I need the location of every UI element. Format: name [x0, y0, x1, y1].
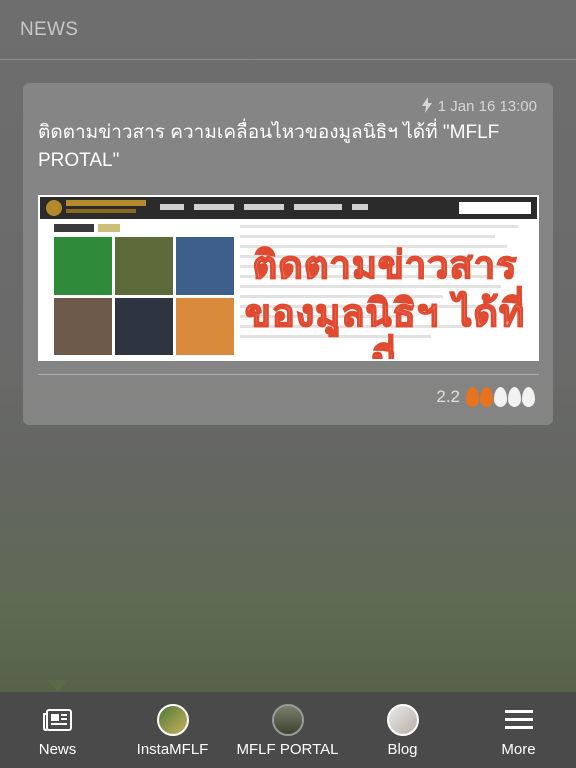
- tab-instamflf[interactable]: InstaMFLF: [115, 692, 230, 768]
- portal-screenshot-navbar: [40, 197, 537, 219]
- page-title: NEWS: [20, 19, 79, 40]
- tab-blog[interactable]: Blog: [345, 692, 460, 768]
- post-meta: 1 Jan 16 13:00: [421, 97, 537, 116]
- active-tab-indicator: [47, 680, 69, 692]
- tab-instamflf-label: InstaMFLF: [136, 741, 209, 758]
- post-timestamp: 1 Jan 16 13:00: [437, 98, 537, 115]
- hamburger-menu-icon: [504, 703, 533, 737]
- card-divider: [38, 374, 539, 375]
- tab-more[interactable]: More: [461, 692, 576, 768]
- tab-news[interactable]: News: [0, 692, 115, 768]
- portal-avatar-icon: [271, 704, 304, 736]
- post-title[interactable]: ติดตามข่าวสาร ความเคลื่อนไหวของมูลนิธิฯ …: [38, 119, 538, 175]
- flame-empty-icon: [522, 387, 535, 407]
- tab-mflf-portal-label: MFLF PORTAL: [236, 741, 339, 758]
- newspaper-icon: [42, 703, 73, 737]
- flame-empty-icon: [508, 387, 521, 407]
- image-overlay-text: ติดตามข่าวสาร ของมูลนิธิฯ ได้ที่นี่: [244, 242, 526, 361]
- tab-blog-label: Blog: [387, 741, 418, 758]
- tab-more-label: More: [501, 741, 536, 758]
- news-card[interactable]: 1 Jan 16 13:00 ติดตามข่าวสาร ความเคลื่อน…: [23, 83, 553, 425]
- flame-empty-icon: [494, 387, 507, 407]
- tab-mflf-portal[interactable]: MFLF PORTAL: [230, 692, 345, 768]
- post-image[interactable]: ติดตามข่าวสาร ของมูลนิธิฯ ได้ที่นี่: [38, 195, 539, 361]
- flame-filled-icon: [480, 387, 493, 407]
- rating-value: 2.2: [436, 387, 460, 406]
- flame-rating-icons: [466, 387, 535, 407]
- tab-news-label: News: [38, 741, 77, 758]
- bottom-tab-bar: News InstaMFLF MFLF PORTAL Blog More: [0, 692, 576, 768]
- blog-avatar-icon: [386, 704, 419, 736]
- flame-filled-icon: [466, 387, 479, 407]
- post-rating[interactable]: 2.2: [436, 387, 535, 407]
- top-header: NEWS: [0, 0, 576, 60]
- lightning-bolt-icon: [421, 97, 432, 116]
- insta-avatar-icon: [156, 704, 189, 736]
